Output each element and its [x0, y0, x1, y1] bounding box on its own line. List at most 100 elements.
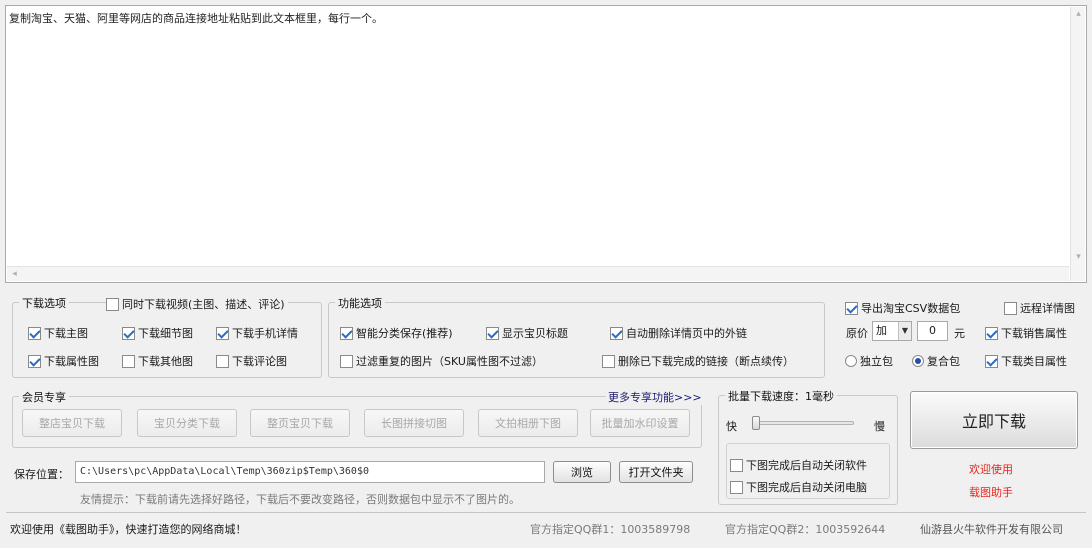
sales-attribute-label: 下载销售属性: [1001, 327, 1067, 340]
welcome-line-2: 载图助手: [969, 486, 1013, 499]
checkbox-icon[interactable]: [122, 326, 135, 340]
url-input-text: 复制淘宝、天猫、阿里等网店的商品连接地址粘贴到此文本框里，每行一个。: [9, 12, 383, 25]
checkbox-icon[interactable]: [340, 326, 353, 340]
remove-external-links-checkbox[interactable]: 自动删除详情页中的外链: [610, 325, 747, 341]
album-download-button[interactable]: 文拍相册下图: [478, 409, 578, 437]
welcome-line-1: 欢迎使用: [969, 463, 1013, 476]
category-attribute-checkbox[interactable]: 下载类目属性: [985, 353, 1067, 369]
price-unit-label: 元: [954, 327, 965, 340]
standalone-package-label: 独立包: [860, 355, 893, 368]
download-detail-image-label: 下载细节图: [138, 327, 193, 340]
standalone-package-radio[interactable]: 独立包: [845, 353, 893, 369]
checkbox-icon[interactable]: [28, 354, 41, 368]
page-download-button[interactable]: 整页宝贝下载: [250, 409, 350, 437]
radio-icon[interactable]: [912, 355, 924, 367]
browse-button[interactable]: 浏览: [553, 461, 611, 483]
composite-package-label: 复合包: [927, 355, 960, 368]
sync-video-checkbox[interactable]: 同时下载视频(主图、描述、评论): [106, 296, 288, 312]
download-attribute-image-checkbox[interactable]: 下载属性图: [28, 353, 99, 369]
shop-download-button[interactable]: 整店宝贝下载: [22, 409, 122, 437]
speed-slider-handle[interactable]: [752, 416, 760, 430]
checkbox-icon[interactable]: [216, 326, 229, 340]
delete-downloaded-links-label: 删除已下载完成的链接（断点续传）: [618, 355, 794, 368]
scroll-down-arrow-icon[interactable]: ▾: [1071, 250, 1086, 265]
checkbox-icon[interactable]: [28, 326, 41, 340]
close-software-checkbox[interactable]: 下图完成后自动关闭软件: [730, 457, 867, 473]
speed-fast-label: 快: [726, 420, 737, 433]
smart-category-save-checkbox[interactable]: 智能分类保存(推荐): [340, 325, 453, 341]
checkbox-icon[interactable]: [340, 354, 353, 368]
download-mobile-detail-label: 下载手机详情: [232, 327, 298, 340]
download-options-title: 下载选项: [19, 295, 69, 311]
download-now-button[interactable]: 立即下载: [910, 391, 1078, 449]
show-title-checkbox[interactable]: 显示宝贝标题: [486, 325, 568, 341]
scroll-left-arrow-icon[interactable]: ◂: [7, 267, 22, 282]
horizontal-scrollbar[interactable]: ◂: [7, 266, 1069, 281]
checkbox-icon[interactable]: [730, 480, 743, 494]
remove-external-links-label: 自动删除详情页中的外链: [626, 327, 747, 340]
url-input-textarea[interactable]: 复制淘宝、天猫、阿里等网店的商品连接地址粘贴到此文本框里，每行一个。 ◂ ▴ ▾: [5, 5, 1087, 283]
checkbox-icon[interactable]: [610, 326, 623, 340]
member-title: 会员专享: [19, 389, 69, 405]
export-csv-label: 导出淘宝CSV数据包: [861, 302, 961, 315]
checkbox-icon[interactable]: [602, 354, 615, 368]
checkbox-icon[interactable]: [985, 354, 998, 368]
price-label: 原价: [846, 327, 868, 340]
open-folder-button[interactable]: 打开文件夹: [619, 461, 693, 483]
checkbox-icon[interactable]: [845, 301, 858, 315]
export-csv-checkbox[interactable]: 导出淘宝CSV数据包: [845, 300, 960, 316]
checkbox-icon[interactable]: [216, 354, 229, 368]
watermark-settings-button[interactable]: 批量加水印设置: [590, 409, 690, 437]
category-download-button[interactable]: 宝贝分类下载: [137, 409, 237, 437]
composite-package-radio[interactable]: 复合包: [912, 353, 960, 369]
show-title-label: 显示宝贝标题: [502, 327, 568, 340]
checkbox-icon[interactable]: [1004, 301, 1017, 315]
sales-attribute-checkbox[interactable]: 下载销售属性: [985, 325, 1067, 341]
checkbox-icon[interactable]: [985, 326, 998, 340]
download-review-image-checkbox[interactable]: 下载评论图: [216, 353, 287, 369]
smart-category-save-label: 智能分类保存(推荐): [356, 327, 453, 340]
status-welcome-text: 欢迎使用《载图助手》，快速打造您的网络商城！: [10, 523, 247, 536]
shutdown-pc-label: 下图完成后自动关闭电脑: [746, 481, 867, 494]
speed-title: 批量下载速度：1毫秒: [725, 388, 837, 404]
status-qq-group-1: 官方指定QQ群1：1003589798: [530, 523, 691, 536]
download-now-label: 立即下载: [961, 412, 1026, 431]
sync-video-label: 同时下载视频(主图、描述、评论): [122, 298, 285, 311]
download-main-image-checkbox[interactable]: 下载主图: [28, 325, 88, 341]
price-operator-select[interactable]: 加 ▼: [872, 321, 912, 341]
download-main-image-label: 下载主图: [44, 327, 88, 340]
status-qq-group-2: 官方指定QQ群2：1003592644: [725, 523, 886, 536]
checkbox-icon[interactable]: [106, 297, 119, 311]
remote-detail-checkbox[interactable]: 远程详情图: [1004, 300, 1075, 316]
filter-duplicate-images-checkbox[interactable]: 过滤重复的图片（SKU属性图不过滤）: [340, 353, 543, 369]
download-detail-image-checkbox[interactable]: 下载细节图: [122, 325, 193, 341]
tip-text: 友情提示：下载前请先选择好路径，下载后不要改变路径，否则数据包中显示不了图片的。: [80, 493, 520, 506]
chevron-down-icon[interactable]: ▼: [898, 322, 911, 340]
price-value-input[interactable]: 0: [917, 321, 948, 341]
delete-downloaded-links-checkbox[interactable]: 删除已下载完成的链接（断点续传）: [602, 353, 794, 369]
download-mobile-detail-checkbox[interactable]: 下载手机详情: [216, 325, 298, 341]
checkbox-icon[interactable]: [122, 354, 135, 368]
save-path-input[interactable]: C:\Users\pc\AppData\Local\Temp\360zip$Te…: [75, 461, 545, 483]
long-image-stitch-button[interactable]: 长图拼接切图: [364, 409, 464, 437]
checkbox-icon[interactable]: [730, 458, 743, 472]
close-software-label: 下图完成后自动关闭软件: [746, 459, 867, 472]
download-attribute-image-label: 下载属性图: [44, 355, 99, 368]
checkbox-icon[interactable]: [486, 326, 499, 340]
more-features-link[interactable]: 更多专享功能>>>: [606, 389, 704, 405]
category-attribute-label: 下载类目属性: [1001, 355, 1067, 368]
remote-detail-label: 远程详情图: [1020, 302, 1075, 315]
radio-icon[interactable]: [845, 355, 857, 367]
shutdown-pc-checkbox[interactable]: 下图完成后自动关闭电脑: [730, 479, 867, 495]
feature-options-title: 功能选项: [335, 295, 385, 311]
download-other-image-checkbox[interactable]: 下载其他图: [122, 353, 193, 369]
save-location-label: 保存位置：: [14, 468, 69, 481]
price-value-text: 0: [929, 324, 936, 337]
download-review-image-label: 下载评论图: [232, 355, 287, 368]
scroll-up-arrow-icon[interactable]: ▴: [1071, 7, 1086, 22]
speed-slider-track[interactable]: [752, 421, 854, 425]
speed-slow-label: 慢: [874, 420, 885, 433]
download-other-image-label: 下载其他图: [138, 355, 193, 368]
vertical-scrollbar[interactable]: ▴ ▾: [1070, 7, 1085, 281]
status-company: 仙游县火牛软件开发有限公司: [920, 523, 1063, 536]
